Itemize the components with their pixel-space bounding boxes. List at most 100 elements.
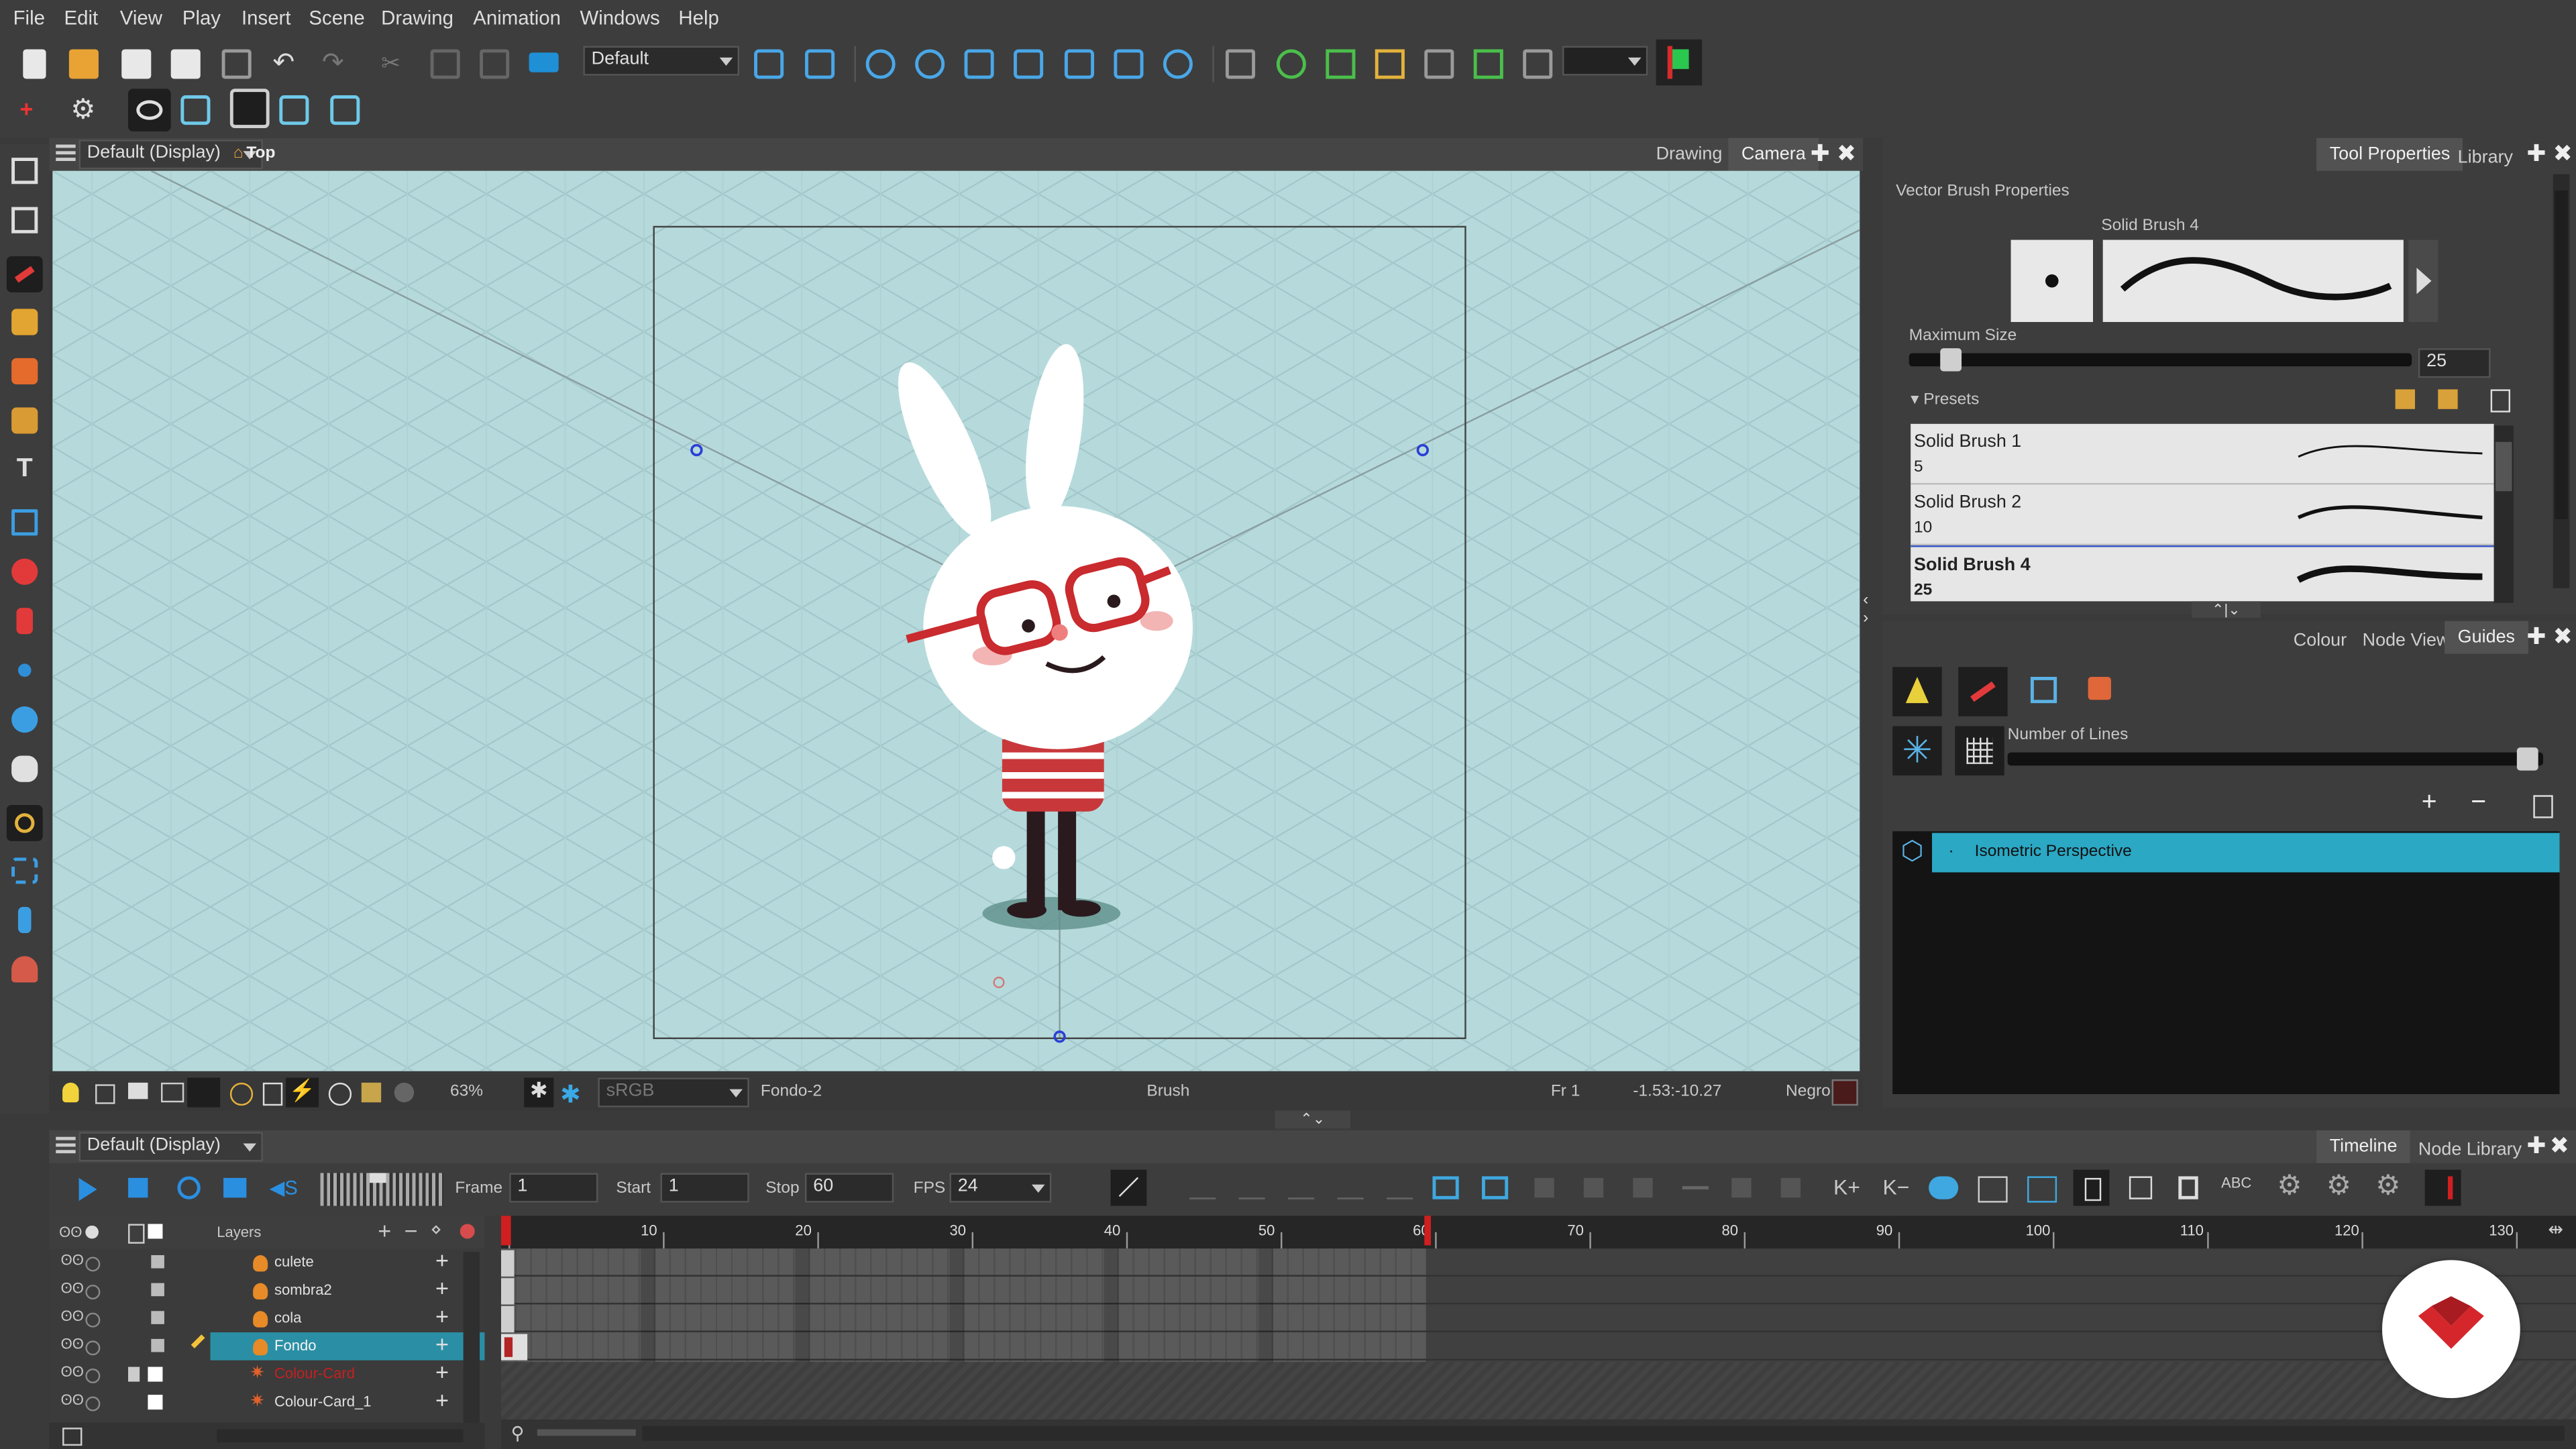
panel-split-handle[interactable]: ⌃|⌄ <box>2191 601 2261 618</box>
close-panel-icon[interactable]: ✖ <box>2550 1132 2569 1160</box>
colour-swatch-icon[interactable] <box>148 1366 163 1382</box>
color-space-select[interactable]: sRGB <box>598 1077 749 1108</box>
open-folder-icon[interactable] <box>68 49 99 79</box>
pivot-icon[interactable] <box>1276 49 1306 79</box>
tab-tool-properties[interactable]: Tool Properties <box>2316 138 2463 171</box>
frame-input[interactable]: 1 <box>509 1173 598 1203</box>
distribute-icon[interactable] <box>805 49 835 79</box>
eraser-tool-icon[interactable] <box>11 407 38 434</box>
layer-row-sombra2[interactable]: ʘʘ sombra2 + <box>49 1275 484 1305</box>
pencil-tool-icon[interactable] <box>11 309 38 335</box>
panel-collapse-handle[interactable]: ⌃⌄ <box>1275 1110 1351 1129</box>
scale-icon[interactable] <box>964 49 994 79</box>
add-sub-layer-icon[interactable]: + <box>435 1275 449 1301</box>
menu-animation[interactable]: Animation <box>473 7 561 30</box>
ease-in-icon[interactable] <box>1189 1178 1216 1199</box>
hand-tool-icon[interactable] <box>11 755 38 782</box>
skew-icon[interactable] <box>1014 49 1044 79</box>
preset-item[interactable]: Solid Brush 1 5 <box>1911 423 2494 485</box>
frames-zoom-slider[interactable] <box>537 1429 636 1436</box>
tab-drawing[interactable]: Drawing <box>1643 138 1735 171</box>
transform-icon[interactable] <box>865 49 896 79</box>
timeline-display-select[interactable]: Default (Display) <box>78 1132 263 1162</box>
rename-preset-icon[interactable] <box>2438 389 2458 409</box>
motion-keyframe-icon[interactable] <box>1633 1177 1653 1198</box>
lightning-icon[interactable]: ⚡ <box>286 1077 319 1108</box>
tab-timeline[interactable]: Timeline <box>2316 1130 2411 1163</box>
current-colour-swatch[interactable] <box>1831 1079 1858 1106</box>
insert-keyframe-icon[interactable] <box>1534 1177 1554 1198</box>
playhead-start-marker[interactable] <box>500 1216 511 1246</box>
add-layer-menu-icon[interactable]: ⋄ <box>431 1219 442 1240</box>
cut-icon[interactable]: ✂ <box>381 49 411 78</box>
save-all-icon[interactable] <box>170 49 201 79</box>
loop-icon[interactable] <box>177 1176 201 1199</box>
add-layer-icon[interactable]: + <box>378 1218 391 1244</box>
align-icon[interactable] <box>754 49 784 79</box>
keyframe-marker-icon[interactable] <box>2129 1176 2153 1199</box>
panel-scroll-thumb[interactable] <box>2555 191 2568 519</box>
safe-area-icon[interactable] <box>161 1082 184 1103</box>
constant-icon[interactable] <box>1337 1178 1364 1199</box>
lock-icon[interactable] <box>262 1082 283 1106</box>
layer-row-fondo-selected[interactable]: ʘʘ Fondo + <box>49 1331 485 1360</box>
layer-visibility-icon[interactable]: ʘʘ <box>61 1280 84 1296</box>
add-panel-icon[interactable]: ✚ <box>2527 140 2546 168</box>
mark-keyframes-icon[interactable] <box>1978 1176 2008 1203</box>
sound-scrub-icon[interactable]: ◀S <box>270 1176 298 1199</box>
speed-handle[interactable] <box>370 1173 386 1183</box>
brush-guide-icon[interactable] <box>1958 667 2008 716</box>
create-drawing-icon[interactable] <box>1432 1176 1459 1199</box>
slider-handle[interactable] <box>1940 348 1962 372</box>
bounding-box-icon[interactable] <box>1375 49 1405 79</box>
keyframe-cell[interactable] <box>500 1305 515 1333</box>
paint-tool-icon[interactable] <box>11 558 38 585</box>
playback-speed-slider[interactable] <box>320 1173 444 1206</box>
stop-motion-icon[interactable] <box>1386 1178 1413 1199</box>
menu-help[interactable]: Help <box>678 7 718 30</box>
contour-editor-icon[interactable] <box>11 207 38 233</box>
render-icon[interactable] <box>361 1082 382 1103</box>
slider-handle[interactable] <box>2516 747 2538 771</box>
interpolation-select[interactable] <box>1110 1169 1147 1206</box>
add-panel-icon[interactable]: ✚ <box>2527 1132 2546 1160</box>
add-sub-layer-icon[interactable]: + <box>435 1303 449 1329</box>
layer-row-cola[interactable]: ʘʘ cola + <box>49 1303 484 1332</box>
ruler-resize-icon[interactable]: ⇹ <box>2548 1219 2563 1240</box>
grid-toggle-icon[interactable] <box>187 1077 221 1108</box>
add-drawing-icon[interactable]: + <box>19 95 49 125</box>
layers-vscrollbar[interactable] <box>463 1252 480 1423</box>
layers-icon[interactable] <box>95 1084 115 1104</box>
menu-file[interactable]: File <box>13 7 45 30</box>
max-size-slider[interactable] <box>1909 348 2412 372</box>
morph-icon[interactable] <box>1424 49 1454 79</box>
previous-key-icon[interactable] <box>1731 1177 1752 1198</box>
zoom-frames-icon[interactable]: ⚲ <box>511 1423 525 1444</box>
colour-swatch-icon[interactable] <box>151 1283 164 1297</box>
text-tool-icon[interactable]: T <box>11 456 38 483</box>
lock-header-icon[interactable] <box>128 1224 145 1244</box>
drawing-marker-icon[interactable] <box>2178 1176 2198 1199</box>
tab-guides[interactable]: Guides <box>2445 621 2528 654</box>
onion-range-icon[interactable] <box>1929 1176 1959 1199</box>
timeline-menu-icon[interactable] <box>56 1136 76 1140</box>
brush-stroke-preview[interactable] <box>2102 239 2404 323</box>
menu-scene[interactable]: Scene <box>309 7 364 30</box>
stamp-tool-icon[interactable] <box>11 358 38 385</box>
solo-icon[interactable] <box>85 1368 101 1384</box>
keyframe-cell[interactable] <box>500 1278 515 1305</box>
onion-layers-icon[interactable] <box>229 89 270 129</box>
library-icon[interactable] <box>529 52 559 72</box>
workspace-select[interactable]: Default <box>583 46 740 76</box>
settings-gear-icon[interactable]: ⚙ <box>70 95 100 125</box>
preset-item-selected[interactable]: Solid Brush 4 25 <box>1911 545 2494 602</box>
colour-swatch-icon[interactable] <box>148 1395 163 1410</box>
paste-icon[interactable] <box>480 49 510 79</box>
menu-play[interactable]: Play <box>182 7 221 30</box>
layer-view-icon[interactable] <box>62 1428 83 1446</box>
rotate-icon[interactable] <box>915 49 945 79</box>
grid-icon[interactable] <box>1523 49 1553 79</box>
set-square-icon[interactable] <box>2030 676 2057 704</box>
tab-colour[interactable]: Colour <box>2280 625 2360 657</box>
remove-layer-icon[interactable]: − <box>404 1218 417 1244</box>
